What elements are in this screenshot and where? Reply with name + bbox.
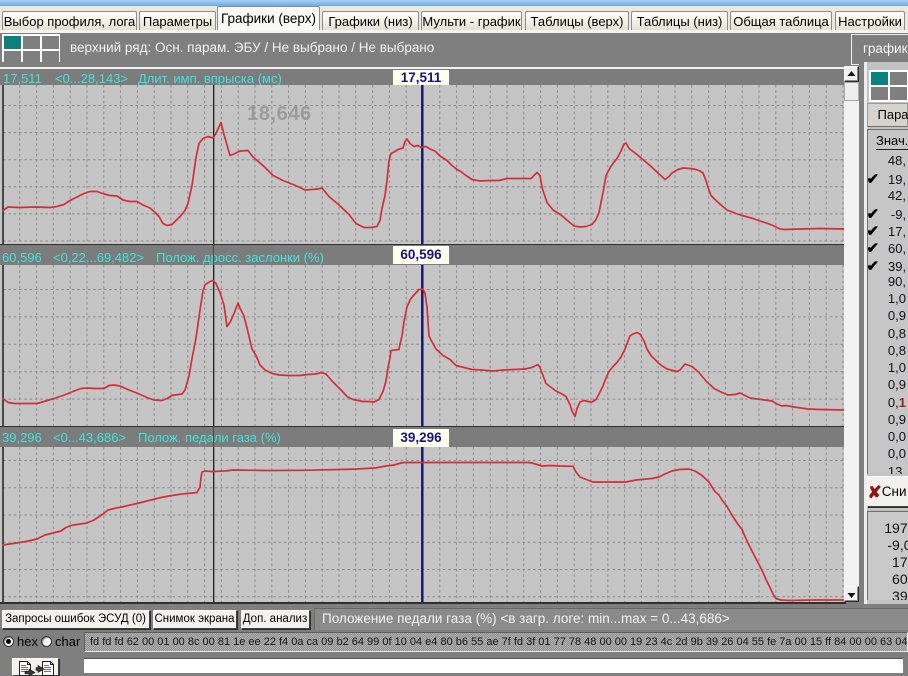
svg-text:18,646: 18,646: [247, 103, 312, 125]
